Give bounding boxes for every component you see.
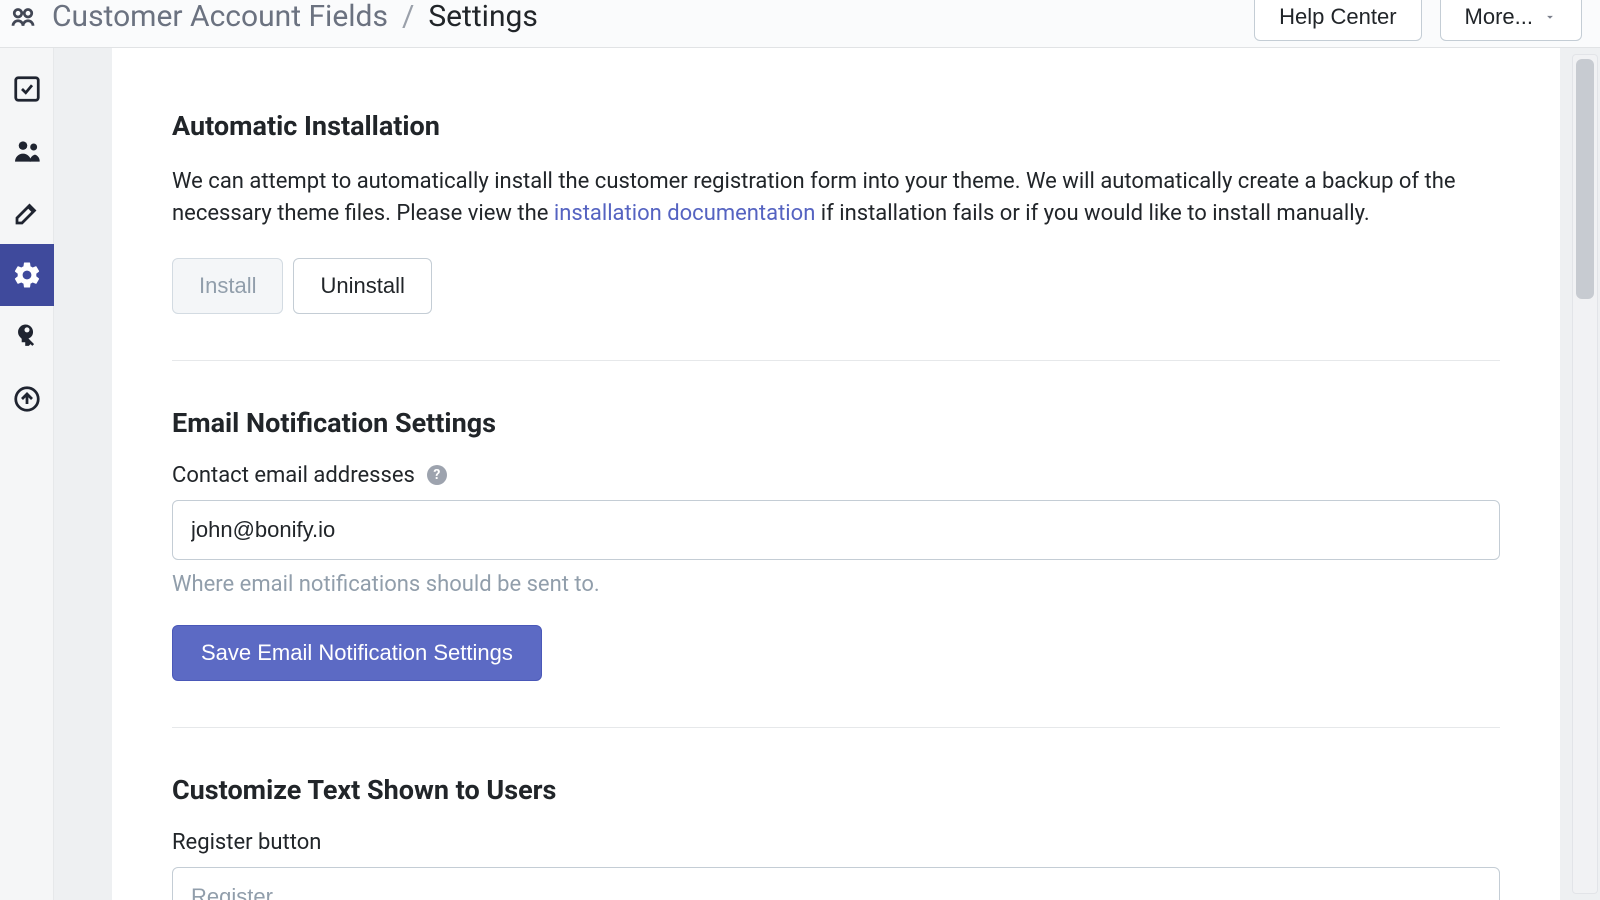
breadcrumb-separator: / [402, 0, 414, 34]
breadcrumb-current: Settings [428, 0, 538, 34]
contact-email-label-text: Contact email addresses [172, 463, 415, 488]
installation-text-after: if installation fails or if you would li… [815, 201, 1369, 226]
installation-buttons: Install Uninstall [172, 258, 1500, 314]
installation-documentation-link[interactable]: installation documentation [554, 201, 816, 226]
scrollbar[interactable] [1572, 54, 1598, 894]
contact-email-input[interactable] [172, 500, 1500, 560]
uninstall-button[interactable]: Uninstall [293, 258, 431, 314]
help-icon[interactable]: ? [427, 465, 447, 485]
chevron-down-icon [1543, 4, 1557, 30]
email-notification-title: Email Notification Settings [172, 407, 1500, 439]
installation-text: We can attempt to automatically install … [172, 166, 1500, 230]
scrollbar-thumb[interactable] [1576, 59, 1594, 299]
contact-email-label: Contact email addresses ? [172, 463, 1500, 488]
contact-email-help: Where email notifications should be sent… [172, 572, 1500, 597]
section-installation: Automatic Installation We can attempt to… [172, 88, 1500, 360]
installation-title: Automatic Installation [172, 110, 1500, 142]
register-button-label: Register button [172, 830, 1500, 855]
topbar: Customer Account Fields / Settings Help … [0, 0, 1600, 48]
breadcrumb-root[interactable]: Customer Account Fields [52, 0, 388, 34]
sidenav [0, 48, 54, 900]
save-email-settings-button[interactable]: Save Email Notification Settings [172, 625, 542, 681]
section-customize-text: Customize Text Shown to Users Register b… [172, 727, 1500, 900]
sidenav-item-edit[interactable] [0, 182, 54, 244]
help-center-button[interactable]: Help Center [1254, 0, 1421, 41]
section-email-notification: Email Notification Settings Contact emai… [172, 360, 1500, 727]
register-button-input[interactable] [172, 867, 1500, 900]
customize-text-title: Customize Text Shown to Users [172, 774, 1500, 806]
sidenav-item-key[interactable] [0, 306, 54, 368]
more-button-label: More... [1465, 4, 1533, 30]
settings-card: Automatic Installation We can attempt to… [112, 48, 1560, 900]
sidenav-item-upload[interactable] [0, 368, 54, 430]
breadcrumb: Customer Account Fields / Settings [8, 0, 538, 34]
more-button[interactable]: More... [1440, 0, 1582, 41]
customers-icon [8, 2, 38, 32]
install-button[interactable]: Install [172, 258, 283, 314]
content-area: Automatic Installation We can attempt to… [54, 48, 1600, 900]
sidenav-item-settings[interactable] [0, 244, 54, 306]
top-actions: Help Center More... [1254, 0, 1582, 41]
register-button-label-text: Register button [172, 830, 321, 855]
content-scroll[interactable]: Automatic Installation We can attempt to… [112, 48, 1560, 900]
sidenav-item-customers[interactable] [0, 120, 54, 182]
sidenav-item-approve[interactable] [0, 58, 54, 120]
